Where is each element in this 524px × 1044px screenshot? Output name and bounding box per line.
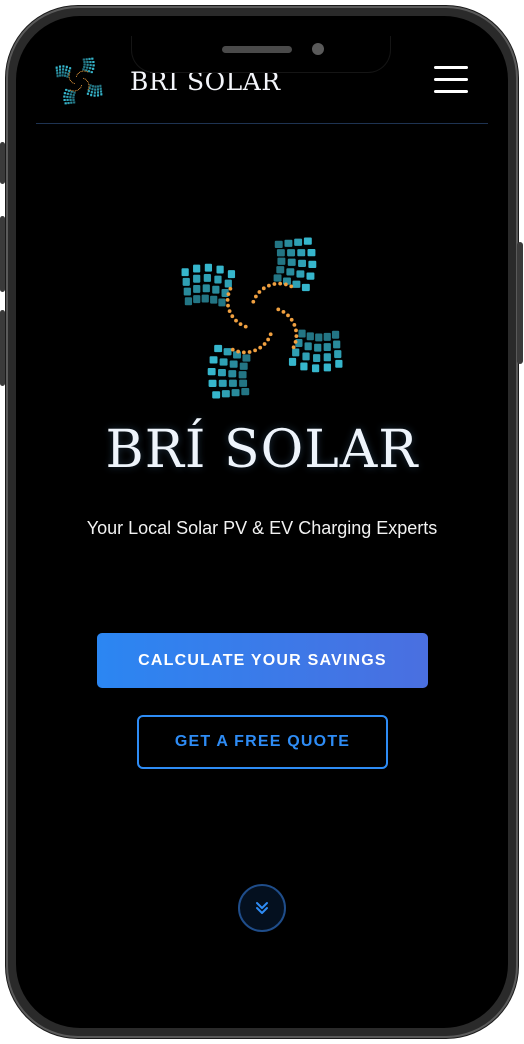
solar-panel-swirl-icon[interactable] (54, 56, 104, 106)
calculate-savings-button[interactable]: CALCULATE YOUR SAVINGS (97, 633, 428, 688)
phone-volume-down (0, 310, 5, 386)
hero-brand-title: BRÍ SOLAR (105, 420, 419, 480)
hero-tagline: Your Local Solar PV & EV Charging Expert… (86, 518, 438, 538)
double-chevron-down-icon (256, 902, 268, 914)
solar-panel-swirl-icon (176, 232, 348, 404)
scroll-down-button[interactable] (238, 884, 286, 932)
speaker-grille (222, 46, 292, 53)
phone-power-button (517, 242, 523, 364)
notch (132, 36, 390, 72)
screen: BRI SOLAR BRÍ SOLAR Your Local Solar PV … (36, 36, 488, 1008)
phone-mute-switch (0, 142, 5, 184)
free-quote-button[interactable]: GET A FREE QUOTE (137, 715, 388, 769)
hamburger-menu-icon[interactable] (434, 66, 468, 94)
phone-volume-up (0, 216, 5, 292)
front-camera (312, 43, 324, 55)
